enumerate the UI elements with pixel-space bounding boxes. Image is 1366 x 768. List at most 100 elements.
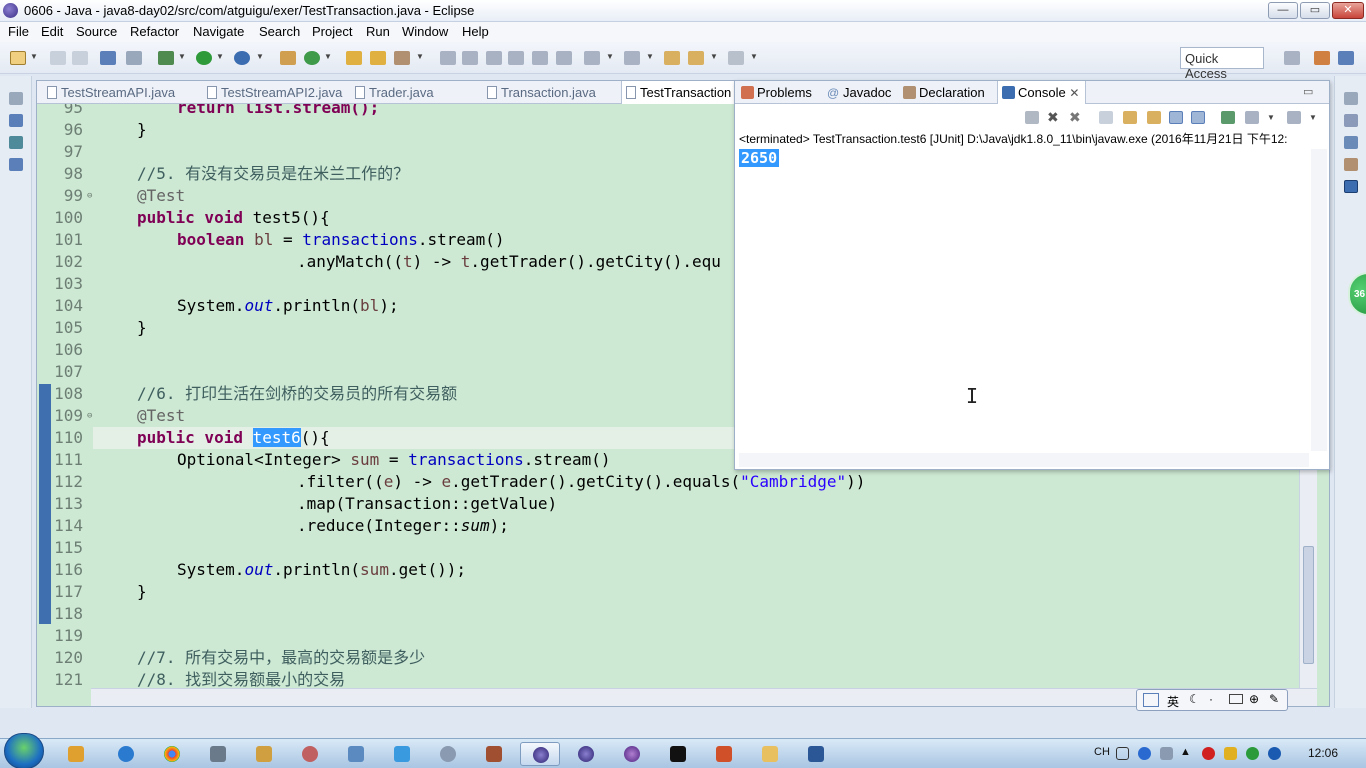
restore-icon[interactable]: [9, 92, 23, 105]
editor-horizontal-scrollbar[interactable]: [91, 688, 1317, 706]
remove-all-icon[interactable]: ✖: [1069, 110, 1083, 124]
menu-project[interactable]: Project: [312, 24, 352, 39]
taskbar-ie[interactable]: [106, 742, 146, 766]
tools-icon[interactable]: ⊕: [1249, 692, 1259, 706]
taskbar-eclipse-active[interactable]: [520, 742, 560, 766]
pin-console-icon[interactable]: [1221, 111, 1235, 124]
tab-console[interactable]: Console ✕: [997, 81, 1087, 104]
remove-launch-icon[interactable]: ✖: [1047, 110, 1061, 124]
clear-console-icon[interactable]: [1099, 111, 1113, 124]
taskbar-explorer[interactable]: [750, 742, 790, 766]
minimize-view-icon[interactable]: ▭: [1303, 85, 1313, 98]
chevron-down-icon[interactable]: ▼: [256, 52, 264, 61]
menu-search[interactable]: Search: [259, 24, 300, 39]
show-on-error-icon[interactable]: [1191, 111, 1205, 124]
last-edit-icon[interactable]: [664, 51, 680, 65]
chevron-down-icon[interactable]: ▼: [216, 52, 224, 61]
menu-source[interactable]: Source: [76, 24, 117, 39]
console-horizontal-scrollbar[interactable]: [739, 453, 1309, 467]
bluetooth-icon[interactable]: [1268, 747, 1281, 760]
clock[interactable]: 12:06: [1308, 746, 1338, 760]
close-icon[interactable]: ✕: [1069, 86, 1079, 100]
taskbar-eclipse[interactable]: [612, 742, 652, 766]
java-ee-perspective-icon[interactable]: [1314, 51, 1330, 65]
menu-refactor[interactable]: Refactor: [130, 24, 179, 39]
tab-javadoc[interactable]: @ Javadoc: [825, 85, 891, 100]
scrollbar-thumb[interactable]: [1303, 546, 1314, 664]
java-perspective-icon[interactable]: [1338, 51, 1354, 65]
next-annotation-icon[interactable]: [584, 51, 600, 65]
whitespace-icon[interactable]: [508, 51, 524, 65]
chevron-down-icon[interactable]: ▼: [750, 52, 758, 61]
taskbar-app[interactable]: [474, 742, 514, 766]
run-icon[interactable]: [196, 51, 212, 65]
save-all-icon[interactable]: [72, 51, 88, 65]
save-icon[interactable]: [50, 51, 66, 65]
quick-access-input[interactable]: Quick Access: [1180, 47, 1264, 81]
console-vertical-scrollbar[interactable]: [1311, 149, 1327, 451]
word-wrap-icon[interactable]: [1147, 111, 1161, 124]
new-class-icon[interactable]: [304, 51, 320, 65]
taskbar-app[interactable]: [198, 742, 238, 766]
taskbar-app[interactable]: [290, 742, 330, 766]
taskbar-app[interactable]: [382, 742, 422, 766]
search-icon[interactable]: [394, 51, 410, 65]
open-type-icon[interactable]: [346, 51, 362, 65]
tab-problems[interactable]: Problems: [739, 85, 812, 100]
taskbar-word[interactable]: [796, 742, 836, 766]
junit-icon[interactable]: [9, 136, 23, 149]
tray-language[interactable]: CH: [1094, 746, 1110, 758]
taskbar-chrome[interactable]: [152, 742, 192, 766]
taskbar-app[interactable]: [56, 742, 96, 766]
ime-icon[interactable]: [1116, 747, 1129, 760]
keyboard-icon[interactable]: [1229, 694, 1243, 704]
start-button[interactable]: [4, 733, 44, 768]
javadoc-icon[interactable]: [1344, 136, 1358, 149]
menu-run[interactable]: Run: [366, 24, 390, 39]
tab-teststreamapi2[interactable]: TestStreamAPI2.java: [203, 81, 342, 104]
tab-teststreamapi[interactable]: TestStreamAPI.java: [43, 81, 175, 104]
open-task-icon[interactable]: [370, 51, 386, 65]
breadcrumb-icon[interactable]: [532, 51, 548, 65]
menu-edit[interactable]: Edit: [41, 24, 63, 39]
chevron-down-icon[interactable]: ▼: [606, 52, 614, 61]
ime-settings-icon[interactable]: [1160, 747, 1173, 760]
fold-icon[interactable]: ⊖: [87, 191, 92, 201]
fold-icon[interactable]: ⊖: [87, 411, 92, 421]
chevron-down-icon[interactable]: ▼: [30, 52, 38, 61]
record-icon[interactable]: [1202, 747, 1215, 760]
back-icon[interactable]: [688, 51, 704, 65]
half-width-icon[interactable]: ☾: [1189, 692, 1200, 706]
ime-toolbar[interactable]: 英 ☾ · ⊕ ✎: [1136, 689, 1288, 711]
declaration-icon[interactable]: [1344, 158, 1358, 171]
tab-declaration[interactable]: Declaration: [901, 85, 985, 100]
tray-app-icon[interactable]: [1224, 747, 1237, 760]
hierarchy-icon[interactable]: [9, 158, 23, 171]
taskbar-eclipse[interactable]: [566, 742, 606, 766]
open-console-icon[interactable]: [1287, 111, 1301, 124]
new-icon[interactable]: [10, 51, 26, 65]
prev-annotation-icon[interactable]: [624, 51, 640, 65]
menu-help[interactable]: Help: [462, 24, 489, 39]
show-selected-icon[interactable]: [556, 51, 572, 65]
forward-icon[interactable]: [728, 51, 744, 65]
outline-icon[interactable]: [1344, 114, 1358, 127]
taskbar-app[interactable]: [244, 742, 284, 766]
show-hidden-icons[interactable]: ▲: [1180, 746, 1191, 758]
show-on-output-icon[interactable]: [1169, 111, 1183, 124]
console-output[interactable]: 2650: [739, 149, 1309, 449]
display-console-icon[interactable]: [1245, 111, 1259, 124]
terminate-icon[interactable]: [1025, 111, 1039, 124]
menu-navigate[interactable]: Navigate: [193, 24, 244, 39]
ime-language[interactable]: 英: [1167, 693, 1179, 710]
open-perspective-icon[interactable]: [1284, 51, 1300, 65]
open-perspective-icon[interactable]: [100, 51, 116, 65]
taskbar-app[interactable]: [428, 742, 468, 766]
package-explorer-icon[interactable]: [9, 114, 23, 127]
menu-window[interactable]: Window: [402, 24, 448, 39]
toggle-mark-icon[interactable]: [440, 51, 456, 65]
tab-testtransaction[interactable]: TestTransaction: [621, 81, 737, 104]
tab-trader[interactable]: Trader.java: [351, 81, 434, 104]
chevron-down-icon[interactable]: ▼: [1267, 113, 1275, 122]
restore-button[interactable]: ▭: [1300, 2, 1330, 19]
